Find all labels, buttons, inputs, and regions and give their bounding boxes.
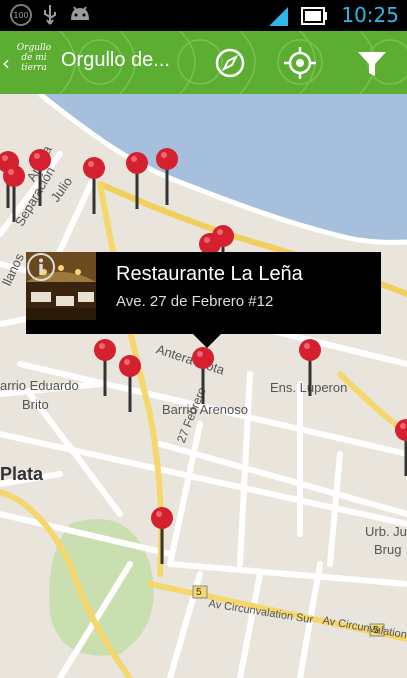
compass-icon[interactable] xyxy=(210,43,250,83)
info-subtitle: Ave. 27 de Febrero #12 xyxy=(116,293,274,310)
action-bar: ‹ Orgullo de mi tierra Orgullo de... xyxy=(0,31,407,94)
neighborhood-label: Brug xyxy=(374,542,402,557)
map-pin-icon[interactable] xyxy=(150,506,174,566)
map-pin-icon[interactable] xyxy=(125,151,149,211)
map-pin-icon[interactable] xyxy=(298,338,322,398)
info-window[interactable]: Restaurante La Leña Ave. 27 de Febrero #… xyxy=(26,252,381,348)
android-icon xyxy=(71,6,89,20)
info-title: Restaurante La Leña xyxy=(116,263,303,285)
map-view[interactable]: Antera Separación Julio llanos Antera Mo… xyxy=(0,94,407,678)
usb-icon xyxy=(44,5,56,25)
page-title: Orgullo de... xyxy=(61,49,170,71)
map-pin-icon[interactable] xyxy=(2,164,26,224)
map-pin-icon[interactable] xyxy=(394,418,407,478)
back-chevron-icon[interactable]: ‹ xyxy=(2,51,10,75)
map-pin-icon[interactable] xyxy=(82,156,106,216)
locate-icon[interactable] xyxy=(280,43,320,83)
filter-icon[interactable] xyxy=(352,43,392,83)
neighborhood-label: arrio Eduardo xyxy=(0,378,79,393)
signal-icon xyxy=(269,6,289,26)
app-logo[interactable]: Orgullo de mi tierra xyxy=(14,43,54,83)
battery-icon xyxy=(301,6,328,25)
map-pin-icon[interactable] xyxy=(118,354,142,414)
map-pin-icon[interactable] xyxy=(155,147,179,207)
clock: 10:25 xyxy=(341,3,399,27)
map-pin-icon[interactable] xyxy=(191,346,215,406)
map-pin-icon[interactable] xyxy=(28,148,52,208)
route-shield: 5 xyxy=(196,587,202,598)
route-shield: 5 xyxy=(373,625,379,636)
neighborhood-label: Brito xyxy=(22,397,49,412)
map-pin-icon[interactable] xyxy=(93,338,117,398)
neighborhood-label: Urb. Ju xyxy=(365,524,407,539)
status-bar: 100 10:25 xyxy=(0,0,407,31)
info-icon[interactable] xyxy=(26,252,56,282)
city-label: Plata xyxy=(0,464,44,484)
battery-100-icon: 100 xyxy=(10,4,32,26)
